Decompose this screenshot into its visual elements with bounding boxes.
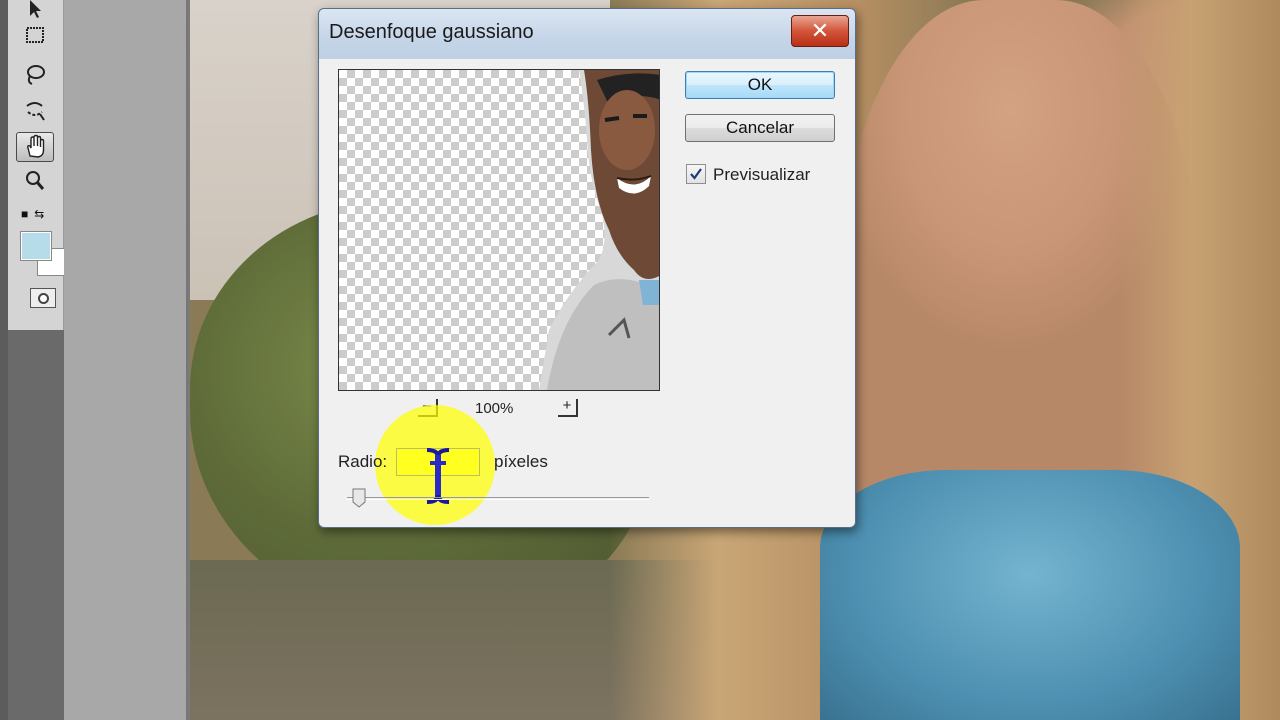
filter-preview[interactable] bbox=[338, 69, 660, 391]
marquee-icon[interactable] bbox=[16, 20, 54, 50]
radius-label: Radio: bbox=[338, 452, 388, 471]
radius-slider[interactable] bbox=[347, 497, 649, 500]
quick-mask-icon bbox=[37, 292, 49, 304]
checkmark-icon bbox=[690, 168, 702, 180]
dialog-body: – 100% + Radio: píxeles OK Cancelar Prev… bbox=[327, 59, 847, 525]
zoom-level: 100% bbox=[475, 400, 514, 417]
window-edge bbox=[0, 0, 8, 720]
preview-image bbox=[539, 70, 659, 390]
swap-colors-controls[interactable]: ■ ⇆ bbox=[21, 207, 44, 221]
foreground-color-swatch[interactable] bbox=[21, 232, 51, 260]
ok-button[interactable]: OK bbox=[685, 71, 835, 99]
tools-panel: ■ ⇆ bbox=[8, 0, 67, 330]
lasso-icon[interactable] bbox=[16, 60, 54, 90]
zoom-in-button[interactable]: + bbox=[558, 398, 578, 417]
preview-label: Previsualizar bbox=[713, 165, 811, 184]
close-icon: ✕ bbox=[810, 18, 830, 43]
workspace-gutter bbox=[64, 0, 188, 720]
dialog-titlebar[interactable]: Desenfoque gaussiano ✕ bbox=[319, 9, 855, 59]
default-colors-icon[interactable]: ■ bbox=[21, 207, 28, 221]
close-button[interactable]: ✕ bbox=[791, 15, 849, 47]
dialog-title: Desenfoque gaussiano bbox=[329, 21, 534, 43]
panel-dock-area bbox=[8, 330, 64, 720]
hand-icon[interactable] bbox=[16, 132, 54, 162]
gaussian-blur-dialog: Desenfoque gaussiano ✕ – 100% + Radio: bbox=[318, 8, 856, 528]
swap-colors-icon[interactable]: ⇆ bbox=[34, 207, 44, 221]
radius-slider-thumb[interactable] bbox=[352, 488, 366, 508]
zoom-icon[interactable] bbox=[16, 166, 54, 196]
preview-checkbox[interactable] bbox=[686, 164, 706, 184]
cancel-button[interactable]: Cancelar bbox=[685, 114, 835, 142]
photo-shirt bbox=[820, 470, 1240, 720]
quick-select-icon[interactable] bbox=[16, 96, 54, 126]
quick-mask-button[interactable] bbox=[30, 288, 56, 308]
units-label: píxeles bbox=[494, 452, 548, 471]
